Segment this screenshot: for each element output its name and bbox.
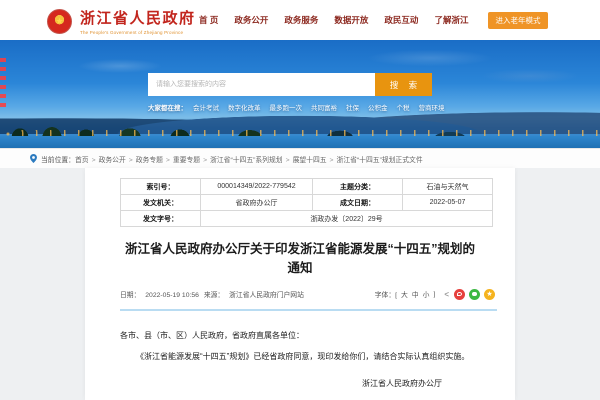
search-bar: 搜 索 xyxy=(148,73,432,96)
issuing-agency-value: 省政府办公厅 xyxy=(201,195,313,211)
nav-item-home[interactable]: 首 页 xyxy=(199,14,218,26)
issuing-agency-label: 发文机关： xyxy=(121,195,201,211)
breadcrumb: 当前位置： 首页 政务公开 政务专题 重要专题 浙江省“十四五”系列规划 展望十… xyxy=(0,148,600,168)
weibo-share-icon[interactable] xyxy=(454,289,465,300)
font-size-large-button[interactable]: 大 xyxy=(401,289,408,299)
table-row: 索引号： 000014349/2022-779542 主题分类： 石油与天然气 xyxy=(121,179,493,195)
source-value: 浙江省人民政府门户网站 xyxy=(229,292,304,299)
breadcrumb-14th-plan-series[interactable]: 浙江省“十四五”系列规划 xyxy=(200,154,282,164)
publish-date-value: 2022-05-19 10:56 xyxy=(145,292,199,299)
hot-term-business-environment[interactable]: 营商环境 xyxy=(419,102,445,112)
breadcrumb-home[interactable]: 首页 xyxy=(75,154,89,164)
national-emblem-icon: ★ xyxy=(47,9,72,34)
site-name-english: The People's Government of Zhejiang Prov… xyxy=(80,30,196,35)
site-name: 浙江省人民政府 xyxy=(80,7,196,28)
table-row: 发文机关： 省政府办公厅 成文日期： 2022-05-07 xyxy=(121,195,493,211)
breadcrumb-gov-affairs[interactable]: 政务公开 xyxy=(89,154,126,164)
elder-mode-button[interactable]: 进入老年模式 xyxy=(488,12,548,29)
search-button[interactable]: 搜 索 xyxy=(375,73,432,96)
index-number-value: 000014349/2022-779542 xyxy=(201,179,313,195)
nav-item-interaction[interactable]: 政民互动 xyxy=(384,14,418,26)
publish-date-label: 日期： xyxy=(120,292,140,299)
share-icon[interactable]: < xyxy=(444,290,449,299)
document-title: 浙江省人民政府办公厅关于印发浙江省能源发展“十四五”规划的通知 xyxy=(125,240,475,278)
hot-term-accounting-exam[interactable]: 会计考试 xyxy=(193,102,219,112)
page: ★ 浙江省人民政府 The People's Government of Zhe… xyxy=(0,0,600,400)
topic-category-label: 主题分类： xyxy=(313,179,403,195)
breadcrumb-important-topics[interactable]: 重要专题 xyxy=(163,154,200,164)
hot-term-run-once[interactable]: 最多跑一次 xyxy=(270,102,303,112)
issue-date-label: 成文日期： xyxy=(313,195,403,211)
font-size-medium-button[interactable]: 中 xyxy=(412,289,419,299)
hot-search-row: 大家都在搜： 会计考试 数字化改革 最多跑一次 共同富裕 社保 公积金 个税 营… xyxy=(148,102,454,112)
blue-divider xyxy=(120,309,497,311)
hot-term-housing-fund[interactable]: 公积金 xyxy=(368,102,388,112)
banner-light-streaks xyxy=(0,58,6,108)
qzone-share-icon[interactable]: ★ xyxy=(484,289,495,300)
breadcrumb-official-plans[interactable]: 浙江省“十四五”规划正式文件 xyxy=(327,154,423,164)
doc-info-table: 索引号： 000014349/2022-779542 主题分类： 石油与天然气 … xyxy=(120,178,493,227)
breadcrumb-outlook-14th[interactable]: 展望十四五 xyxy=(283,154,327,164)
reference-number-label: 发文字号： xyxy=(121,211,201,227)
site-title-block: 浙江省人民政府 The People's Government of Zheji… xyxy=(80,7,196,35)
nav-item-about-zhejiang[interactable]: 了解浙江 xyxy=(434,14,468,26)
hero-banner: 搜 索 大家都在搜： 会计考试 数字化改革 最多跑一次 共同富裕 社保 公积金 … xyxy=(0,40,600,148)
nav-item-gov-affairs[interactable]: 政务公开 xyxy=(234,14,268,26)
nav-item-gov-services[interactable]: 政务服务 xyxy=(284,14,318,26)
hot-term-social-security[interactable]: 社保 xyxy=(346,102,359,112)
site-header: ★ 浙江省人民政府 The People's Government of Zhe… xyxy=(0,0,600,40)
main-nav: 首 页 政务公开 政务服务 数据开放 政民互动 了解浙江 xyxy=(199,0,468,40)
index-number-label: 索引号： xyxy=(121,179,201,195)
article-meta: 日期： 2022-05-19 10:56 来源： 浙江省人民政府门户网站 字体：… xyxy=(120,289,495,300)
hot-search-label: 大家都在搜： xyxy=(148,102,187,112)
issue-date-value: 2022-05-07 xyxy=(403,195,493,211)
breadcrumb-gov-topics[interactable]: 政务专题 xyxy=(126,154,163,164)
nav-item-open-data[interactable]: 数据开放 xyxy=(334,14,368,26)
banner-water xyxy=(0,136,600,148)
search-input[interactable] xyxy=(148,73,375,96)
table-row: 发文字号： 浙政办发〔2022〕29号 xyxy=(121,211,493,227)
publish-info: 日期： 2022-05-19 10:56 来源： 浙江省人民政府门户网站 xyxy=(120,289,307,299)
font-size-prefix: 字体：[ xyxy=(375,289,397,299)
topic-category-value: 石油与天然气 xyxy=(403,179,493,195)
document-card: 索引号： 000014349/2022-779542 主题分类： 石油与天然气 … xyxy=(85,168,515,400)
breadcrumb-label: 当前位置： xyxy=(41,154,75,164)
hot-term-digital-reform[interactable]: 数字化改革 xyxy=(228,102,261,112)
reference-number-value: 浙政办发〔2022〕29号 xyxy=(201,211,493,227)
body-paragraph: 《浙江省能源发展“十四五”规划》已经省政府同意，现印发给你们，请结合实际认真组织… xyxy=(120,351,490,364)
wechat-share-icon[interactable] xyxy=(469,289,480,300)
font-and-share-tools: 字体：[ 大 中 小 ] < ★ xyxy=(375,289,495,300)
site-logo[interactable]: ★ 浙江省人民政府 The People's Government of Zhe… xyxy=(47,7,196,35)
location-pin-icon xyxy=(30,154,37,163)
hot-term-personal-tax[interactable]: 个税 xyxy=(397,102,410,112)
font-size-small-button[interactable]: 小 xyxy=(423,289,430,299)
salutation: 各市、县（市、区）人民政府，省政府直属各单位： xyxy=(120,330,495,341)
source-label: 来源： xyxy=(204,292,224,299)
signature: 浙江省人民政府办公厅 xyxy=(85,378,515,389)
font-size-suffix: ] xyxy=(433,291,435,298)
hot-term-common-prosperity[interactable]: 共同富裕 xyxy=(311,102,337,112)
